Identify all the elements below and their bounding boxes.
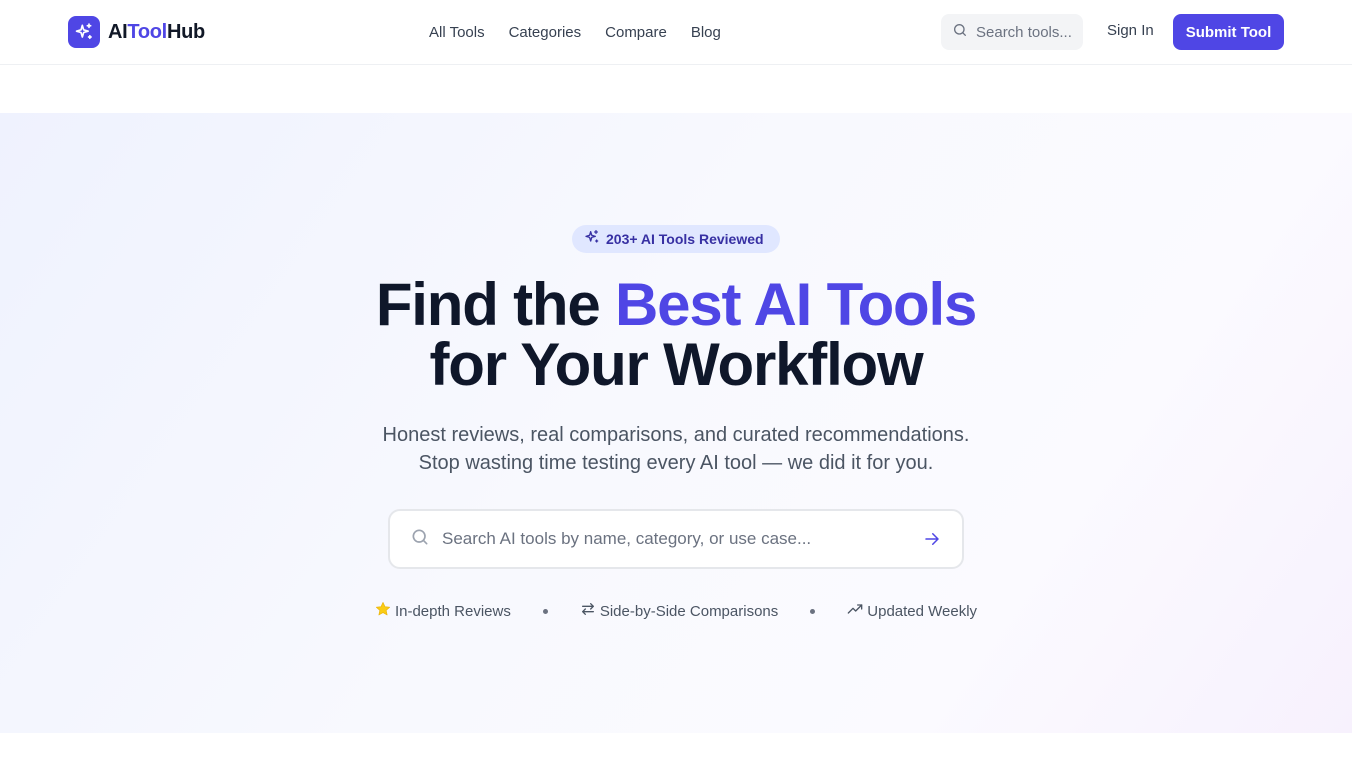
- feature-list: In-depth Reviews Side-by-Side Comparison…: [0, 601, 1352, 621]
- search-icon: [952, 22, 968, 43]
- top-nav: AIToolHub All Tools Categories Compare B…: [0, 0, 1352, 65]
- separator-dot: [542, 608, 548, 614]
- nav-link-blog[interactable]: Blog: [691, 24, 721, 41]
- tools-count-badge: 203+ AI Tools Reviewed: [572, 225, 780, 253]
- sign-in-link[interactable]: Sign In: [1107, 22, 1154, 39]
- feature-item-comparisons: Side-by-Side Comparisons: [580, 601, 778, 621]
- nav-link-compare[interactable]: Compare: [605, 24, 667, 41]
- hero-search[interactable]: [388, 509, 964, 569]
- sparkles-icon: [68, 16, 100, 48]
- headline-part2: for Your Workflow: [429, 331, 924, 398]
- nav-search-input[interactable]: [976, 23, 1076, 41]
- sparkles-icon: [584, 229, 600, 250]
- badge-label: 203+ AI Tools Reviewed: [606, 231, 764, 247]
- nav-link-all-tools[interactable]: All Tools: [429, 24, 485, 41]
- hero-search-input[interactable]: [442, 529, 902, 549]
- feature-item-updated: Updated Weekly: [847, 601, 977, 621]
- arrow-right-icon[interactable]: [902, 511, 962, 567]
- submit-tool-button[interactable]: Submit Tool: [1173, 14, 1284, 50]
- headline-accent: Best AI Tools: [615, 271, 977, 338]
- hero-headline: Find the Best AI Tools for Your Workflow: [0, 275, 1352, 395]
- subtitle-line2: Stop wasting time testing every AI tool …: [418, 452, 934, 474]
- separator-dot: [810, 608, 816, 614]
- subtitle-line1: Honest reviews, real comparisons, and cu…: [382, 424, 970, 446]
- logo-text-hub: Hub: [166, 21, 205, 43]
- logo-text-tool: Tool: [127, 21, 167, 43]
- nav-link-categories[interactable]: Categories: [509, 24, 582, 41]
- nav-links: All Tools Categories Compare Blog: [429, 0, 745, 64]
- headline-part1: Find the: [375, 271, 616, 338]
- search-icon: [410, 527, 430, 552]
- logo-text-ai: AI: [108, 21, 128, 43]
- feature-label: Updated Weekly: [867, 602, 978, 620]
- logo[interactable]: AIToolHub: [68, 16, 205, 48]
- logo-text: AIToolHub: [108, 16, 205, 48]
- nav-search[interactable]: [941, 14, 1083, 50]
- hero-subtitle: Honest reviews, real comparisons, and cu…: [0, 421, 1352, 477]
- trending-up-icon: [847, 601, 863, 621]
- feature-item-reviews: In-depth Reviews: [375, 601, 511, 621]
- feature-label: In-depth Reviews: [394, 602, 511, 620]
- feature-label: Side-by-Side Comparisons: [599, 602, 779, 620]
- star-icon: [375, 601, 391, 621]
- hero-section: 203+ AI Tools Reviewed Find the Best AI …: [0, 113, 1352, 733]
- swap-arrows-icon: [580, 601, 596, 621]
